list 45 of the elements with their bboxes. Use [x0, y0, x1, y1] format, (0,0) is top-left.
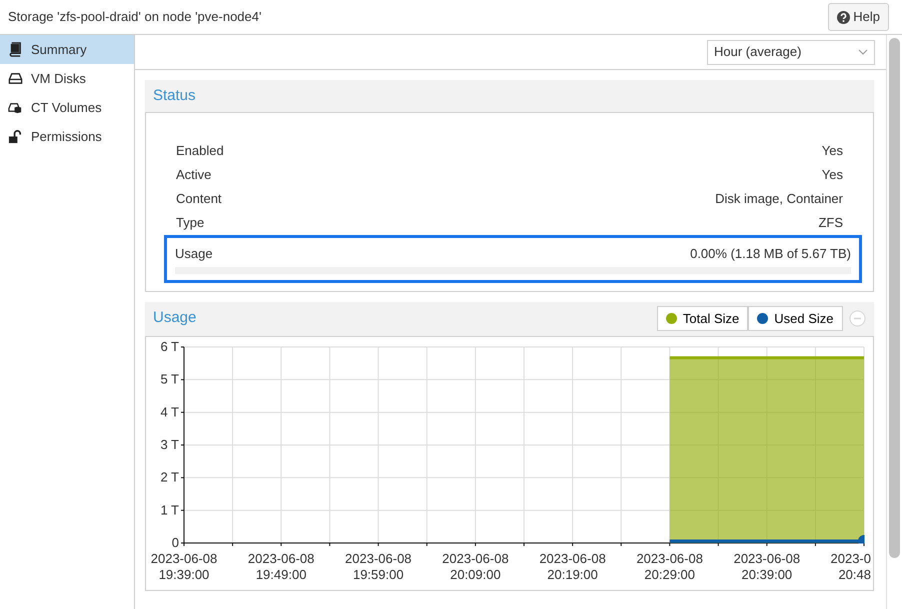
data-point[interactable] [858, 534, 864, 543]
x-tick-label: 2023-0 20:48 [830, 550, 871, 582]
scrollbar-thumb[interactable] [889, 38, 900, 558]
legend-item[interactable]: Used Size [748, 306, 842, 332]
y-tick-label: 0 [172, 534, 179, 550]
help-icon [837, 10, 850, 24]
x-tick-label: 2023-06-08 19:59:00 [345, 550, 412, 582]
window-title: Storage 'zfs-pool-draid' on node 'pve-node4' [8, 8, 262, 26]
legend-item[interactable]: Total Size [656, 306, 748, 332]
sidebar-item[interactable]: VM Disks [0, 64, 134, 93]
panel-title: Status [153, 86, 196, 106]
field-label: Content [176, 190, 222, 208]
x-tick-label: 2023-06-08 20:39:00 [734, 550, 800, 582]
reset-zoom-icon[interactable] [849, 310, 866, 327]
unlock-icon [8, 129, 23, 144]
x-tick-label: 2023-06-08 19:39:00 [150, 550, 218, 582]
field-value: Yes [822, 166, 843, 184]
help-button[interactable]: Help [828, 3, 889, 31]
field-label: Usage [175, 245, 213, 263]
y-tick-label: 2 T [160, 469, 179, 484]
sidebar-item[interactable]: CT Volumes [0, 93, 134, 122]
book-icon [8, 42, 23, 57]
y-tick-label: 4 T [160, 404, 179, 419]
field-label: Type [176, 214, 204, 232]
y-tick-label: 6 T [160, 338, 179, 354]
y-tick-label: 5 T [160, 371, 179, 386]
x-tick-label: 2023-06-08 20:29:00 [636, 550, 703, 582]
x-tick-label: 2023-06-08 19:49:00 [248, 550, 314, 582]
panel-title: Usage [153, 308, 196, 328]
x-tick-label: 2023-06-08 20:19:00 [539, 550, 606, 582]
field-value: Yes [822, 142, 843, 160]
y-tick-label: 3 T [160, 436, 179, 452]
field-label: Active [176, 166, 212, 184]
chevron-down-icon [858, 49, 868, 55]
field-value: Disk image, Container [715, 190, 843, 208]
x-tick-label: 2023-06-08 20:09:00 [442, 550, 509, 582]
sidebar-item[interactable]: Summary [0, 35, 134, 64]
sidebar-item[interactable]: Permissions [0, 122, 134, 151]
field-value: ZFS [818, 214, 843, 232]
y-tick-label: 1 T [160, 502, 179, 517]
timeframe-dropdown[interactable]: Hour (average) [707, 40, 875, 64]
hard-drive-icon [8, 71, 23, 86]
field-label: Enabled [176, 142, 224, 160]
field-value: 0.00% (1.18 MB of 5.67 TB) [690, 245, 851, 263]
drive-cube-icon [8, 100, 23, 115]
